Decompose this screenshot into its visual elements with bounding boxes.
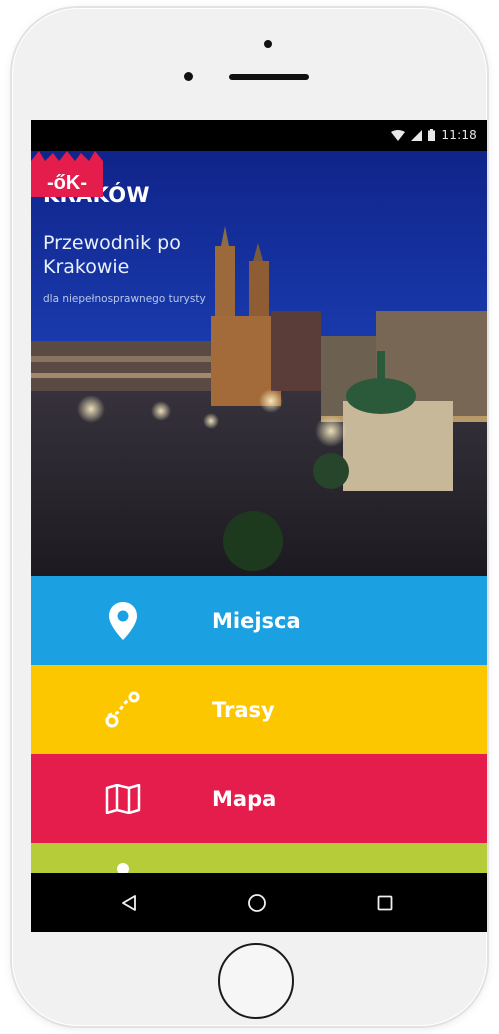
back-triangle-icon (122, 895, 136, 911)
android-nav-bar (31, 873, 487, 932)
map-pin-icon (103, 599, 143, 643)
menu-item-trasy[interactable]: Trasy (31, 665, 487, 754)
menu-item-label: Trasy (212, 697, 275, 722)
proximity-sensor (184, 72, 193, 81)
menu-item-partial[interactable] (31, 843, 487, 873)
hero-caption: dla niepełnosprawnego turysty (43, 293, 206, 305)
back-button[interactable] (113, 887, 145, 919)
info-icon (103, 843, 143, 873)
signal-icon (411, 129, 423, 141)
hero-subtitle: Przewodnik po Krakowie (43, 232, 181, 278)
menu-item-miejsca[interactable]: Miejsca (31, 576, 487, 665)
wifi-icon (391, 129, 406, 141)
hero-banner: KRAKÓW Przewodnik po Krakowie dla niepeł… (31, 151, 487, 576)
earpiece-speaker (229, 74, 309, 80)
battery-icon (428, 129, 436, 141)
krakow-market-square-photo (31, 151, 487, 576)
menu-item-label: Miejsca (212, 608, 301, 633)
physical-home-button[interactable] (218, 943, 294, 1019)
map-icon (103, 777, 143, 821)
menu-item-mapa[interactable]: Mapa (31, 754, 487, 843)
route-icon (103, 688, 143, 732)
home-circle-icon (248, 894, 266, 912)
status-bar: 11:18 (31, 120, 487, 151)
menu-item-label: Mapa (212, 786, 277, 811)
front-camera (264, 40, 272, 48)
home-nav-button[interactable] (241, 887, 273, 919)
svg-text:-őK-: -őK- (47, 172, 87, 194)
recent-apps-button[interactable] (369, 887, 401, 919)
status-time: 11:18 (441, 128, 477, 142)
recent-square-icon (377, 895, 393, 911)
app-screen: 11:18 Przewodnik po Krakowie dla niepełn… (31, 120, 487, 932)
accessibility-logo-icon: -őK- (31, 151, 103, 197)
